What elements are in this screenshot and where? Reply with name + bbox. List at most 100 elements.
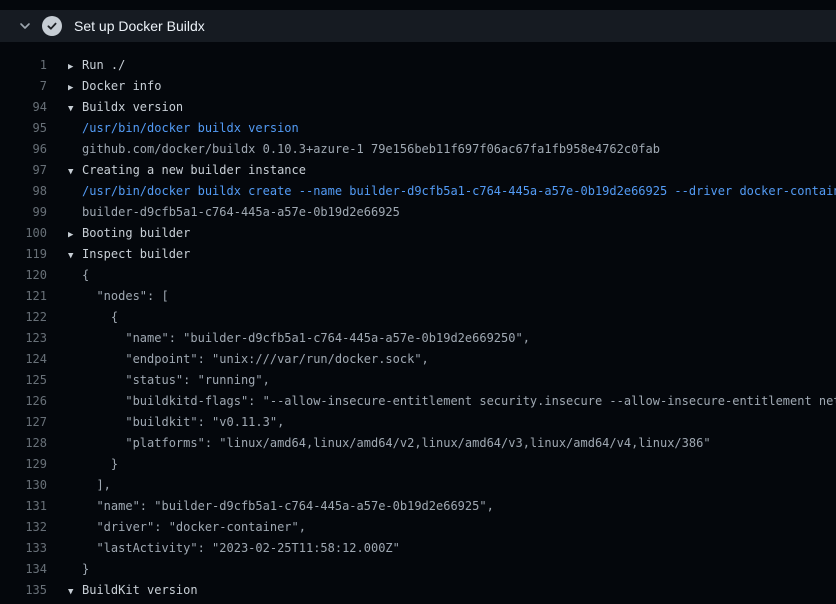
line-text: "endpoint": "unix:///var/run/docker.sock… [82, 352, 429, 366]
line-text: github.com/docker/buildx 0.10.3+azure-1 … [82, 142, 660, 156]
group-toggle[interactable]: ▼Buildx version [47, 97, 183, 118]
log-line: 95/usr/bin/docker buildx version [0, 118, 836, 139]
line-number[interactable]: 95 [0, 118, 47, 139]
line-number[interactable]: 135 [0, 580, 47, 601]
line-number[interactable]: 1 [0, 55, 47, 76]
log-line: 121 "nodes": [ [0, 286, 836, 307]
line-text: builder-d9cfb5a1-c764-445a-a57e-0b19d2e6… [82, 205, 400, 219]
log-line: 100▶Booting builder [0, 223, 836, 244]
triangle-right-icon: ▶ [68, 78, 82, 98]
line-text: "driver": "docker-container", [82, 520, 306, 534]
triangle-right-icon: ▶ [68, 225, 82, 245]
log-text: /usr/bin/docker buildx version [47, 118, 299, 139]
line-number[interactable]: 127 [0, 412, 47, 433]
line-number[interactable]: 120 [0, 265, 47, 286]
line-text: Booting builder [82, 226, 190, 240]
line-number[interactable]: 128 [0, 433, 47, 454]
line-text: "buildkitd-flags": "--allow-insecure-ent… [82, 394, 836, 408]
log-lines: 1▶Run ./7▶Docker info94▼Buildx version95… [0, 55, 836, 604]
log-text: { [47, 307, 118, 328]
line-text: Inspect builder [82, 247, 190, 261]
line-text: } [82, 562, 89, 576]
triangle-down-icon: ▼ [68, 99, 82, 119]
triangle-down-icon: ▼ [68, 582, 82, 602]
group-toggle[interactable]: ▶Booting builder [47, 223, 190, 244]
group-toggle[interactable]: ▶Docker info [47, 76, 161, 97]
line-number[interactable]: 132 [0, 517, 47, 538]
log-text: "nodes": [ [47, 286, 169, 307]
line-number[interactable]: 133 [0, 538, 47, 559]
chevron-down-icon[interactable] [18, 19, 32, 33]
log-text: "name": "builder-d9cfb5a1-c764-445a-a57e… [47, 496, 494, 517]
line-number[interactable]: 119 [0, 244, 47, 265]
triangle-right-icon: ▶ [68, 57, 82, 77]
line-number[interactable]: 99 [0, 202, 47, 223]
log-line: 99 builder-d9cfb5a1-c764-445a-a57e-0b19d2… [0, 202, 836, 223]
line-number[interactable]: 97 [0, 160, 47, 181]
line-text: "name": "builder-d9cfb5a1-c764-445a-a57e… [82, 331, 530, 345]
log-line: 97▼Creating a new builder instance [0, 160, 836, 181]
line-number[interactable]: 7 [0, 76, 47, 97]
log-line: 128 "platforms": "linux/amd64,linux/amd6… [0, 433, 836, 454]
log-text: "lastActivity": "2023-02-25T11:58:12.000… [47, 538, 400, 559]
group-toggle[interactable]: ▼Inspect builder [47, 244, 190, 265]
triangle-down-icon: ▼ [68, 246, 82, 266]
line-number[interactable]: 122 [0, 307, 47, 328]
group-toggle[interactable]: ▼BuildKit version [47, 580, 198, 601]
log-line: 98/usr/bin/docker buildx create --name b… [0, 181, 836, 202]
line-number[interactable]: 98 [0, 181, 47, 202]
line-number[interactable]: 123 [0, 328, 47, 349]
line-number[interactable]: 125 [0, 370, 47, 391]
log-text: "buildkit": "v0.11.3", [47, 412, 284, 433]
log-text: } [47, 559, 89, 580]
line-number[interactable]: 121 [0, 286, 47, 307]
line-number[interactable]: 126 [0, 391, 47, 412]
line-text: Docker info [82, 79, 161, 93]
log-text: "driver": "docker-container", [47, 517, 306, 538]
line-text: "nodes": [ [82, 289, 169, 303]
line-text: "status": "running", [82, 373, 270, 387]
line-text: Buildx version [82, 100, 183, 114]
log-line: 123 "name": "builder-d9cfb5a1-c764-445a-… [0, 328, 836, 349]
line-text: "name": "builder-d9cfb5a1-c764-445a-a57e… [82, 499, 494, 513]
log-line: 131 "name": "builder-d9cfb5a1-c764-445a-… [0, 496, 836, 517]
log-line: 132 "driver": "docker-container", [0, 517, 836, 538]
log-text: github.com/docker/buildx 0.10.3+azure-1 … [47, 139, 660, 160]
line-number[interactable]: 131 [0, 496, 47, 517]
log-line: 1▶Run ./ [0, 55, 836, 76]
line-number[interactable]: 134 [0, 559, 47, 580]
log-line: 125 "status": "running", [0, 370, 836, 391]
line-text: { [82, 268, 89, 282]
line-text: ], [82, 478, 111, 492]
line-text: { [82, 310, 118, 324]
log-text: /usr/bin/docker buildx create --name bui… [47, 181, 836, 202]
line-number[interactable]: 100 [0, 223, 47, 244]
line-number[interactable]: 96 [0, 139, 47, 160]
line-text: } [82, 457, 118, 471]
group-toggle[interactable]: ▼Creating a new builder instance [47, 160, 306, 181]
step-header[interactable]: Set up Docker Buildx [0, 10, 836, 42]
log-line: 120 { [0, 265, 836, 286]
log-line: 134} [0, 559, 836, 580]
line-number[interactable]: 94 [0, 97, 47, 118]
log-text: "name": "builder-d9cfb5a1-c764-445a-a57e… [47, 328, 530, 349]
log-text: ], [47, 475, 111, 496]
line-text: BuildKit version [82, 583, 198, 597]
line-number[interactable]: 129 [0, 454, 47, 475]
group-toggle[interactable]: ▶Run ./ [47, 55, 125, 76]
line-number[interactable]: 130 [0, 475, 47, 496]
success-check-icon [42, 16, 62, 36]
log-line: 96 github.com/docker/buildx 0.10.3+azure-… [0, 139, 836, 160]
log-text: builder-d9cfb5a1-c764-445a-a57e-0b19d2e6… [47, 202, 400, 223]
log-line: 127 "buildkit": "v0.11.3", [0, 412, 836, 433]
log-line: 133 "lastActivity": "2023-02-25T11:58:12… [0, 538, 836, 559]
log-text: "buildkitd-flags": "--allow-insecure-ent… [47, 391, 836, 412]
line-text: /usr/bin/docker buildx version [82, 121, 299, 135]
log-text: "endpoint": "unix:///var/run/docker.sock… [47, 349, 429, 370]
line-text: Creating a new builder instance [82, 163, 306, 177]
log-line: 94▼Buildx version [0, 97, 836, 118]
log-line: 135▼BuildKit version [0, 580, 836, 601]
line-number[interactable]: 124 [0, 349, 47, 370]
line-text: "buildkit": "v0.11.3", [82, 415, 284, 429]
log-viewer: 1▶Run ./7▶Docker info94▼Buildx version95… [0, 42, 836, 604]
